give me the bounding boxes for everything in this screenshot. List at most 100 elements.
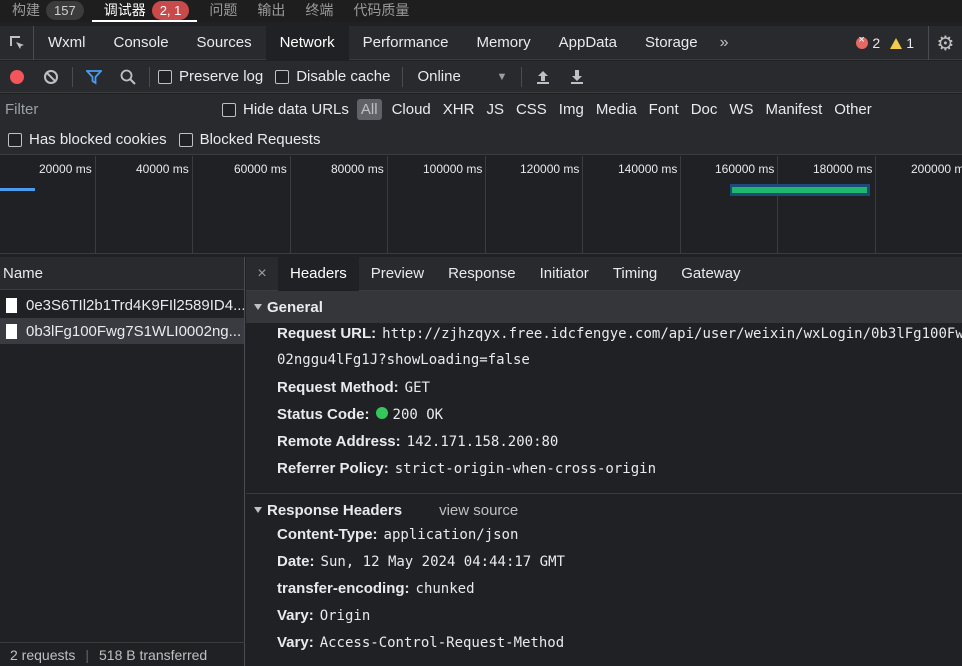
timeline-tick-label: 200000 ms — [911, 162, 962, 176]
tab-response[interactable]: Response — [436, 257, 528, 291]
ide-tab-label: 调试器 — [103, 2, 146, 18]
tab-network[interactable]: Network — [265, 25, 349, 60]
type-filter-font[interactable]: Font — [643, 101, 685, 118]
ide-tab-label: 输出 — [257, 2, 286, 18]
tab-headers[interactable]: Headers — [278, 257, 359, 291]
type-filter-img[interactable]: Img — [553, 101, 590, 118]
header-row-request-url-wrap: 02nggu4lFg1J?showLoading=false — [246, 352, 962, 379]
inspect-element-icon[interactable] — [0, 25, 34, 60]
throttling-value: Online — [417, 68, 461, 85]
ide-panel-tabs: 构建 157 调试器 2, 1 问题 输出 终端 代码质量 — [0, 0, 962, 22]
clear-button[interactable] — [34, 61, 68, 93]
toolbar-divider — [402, 66, 404, 87]
ide-tab-terminal[interactable]: 终端 — [293, 0, 341, 20]
name-column-header[interactable]: Name — [0, 257, 244, 290]
header-row-status-code: Status Code: 200 OK — [246, 406, 962, 433]
hide-data-urls-label: Hide data URLs — [243, 101, 349, 118]
timeline-gridline: 100000 ms — [423, 156, 486, 254]
filter-toggle-button[interactable] — [77, 61, 111, 93]
request-name: 0b3lFg100Fwg7S1WLI0002ng... — [26, 322, 242, 340]
tab-sources[interactable]: Sources — [183, 26, 266, 60]
timeline-gridline: 20000 ms — [39, 156, 96, 254]
ide-tab-problems[interactable]: 问题 — [197, 0, 245, 20]
header-value: Origin — [319, 608, 371, 624]
header-key: Vary: — [277, 634, 314, 651]
ide-tab-debugger[interactable]: 调试器 2, 1 — [91, 0, 198, 22]
general-section-header[interactable]: General — [246, 291, 962, 323]
type-filter-cloud[interactable]: Cloud — [386, 101, 437, 118]
header-row-request-method: Request Method: GET — [246, 379, 962, 406]
ide-tab-output[interactable]: 输出 — [245, 0, 293, 20]
header-value: Access-Control-Request-Method — [319, 635, 565, 651]
response-header-row: transfer-encoding: chunked — [246, 580, 962, 607]
tab-memory[interactable]: Memory — [462, 26, 544, 60]
blocked-requests-checkbox[interactable]: Blocked Requests — [175, 131, 329, 148]
tab-wxml[interactable]: Wxml — [34, 26, 100, 60]
close-detail-icon[interactable]: × — [246, 265, 278, 283]
checkbox-box — [8, 132, 22, 147]
response-headers-section-header[interactable]: Response Headers view source — [246, 494, 962, 526]
ide-tab-code-quality[interactable]: 代码质量 — [341, 0, 417, 20]
document-icon — [6, 323, 17, 339]
header-key: Content-Type: — [277, 526, 378, 543]
ide-tab-label: 代码质量 — [353, 2, 410, 18]
import-har-button[interactable] — [526, 61, 560, 93]
tab-appdata[interactable]: AppData — [545, 26, 631, 60]
tab-gateway[interactable]: Gateway — [669, 257, 752, 291]
header-value: Sun, 12 May 2024 04:44:17 GMT — [320, 554, 565, 570]
header-row-request-url: Request URL: http://zjhzqyx.free.idcfeng… — [246, 325, 962, 352]
header-row-remote-address: Remote Address: 142.171.158.200:80 — [246, 433, 962, 460]
header-value: GET — [404, 380, 430, 396]
response-header-row: Content-Type: application/json — [246, 526, 962, 553]
has-blocked-cookies-checkbox[interactable]: Has blocked cookies — [4, 131, 175, 148]
type-filter-ws[interactable]: WS — [723, 101, 759, 118]
type-filter-media[interactable]: Media — [590, 101, 643, 118]
devtools-tab-bar: Wxml Console Sources Network Performance… — [0, 25, 962, 60]
timeline-gridline: 120000 ms — [520, 156, 583, 254]
header-row-referrer-policy: Referrer Policy: strict-origin-when-cros… — [246, 460, 962, 487]
type-filter-xhr[interactable]: XHR — [437, 101, 481, 118]
detail-tab-bar: × Headers Preview Response Initiator Tim… — [246, 257, 962, 291]
type-filter-doc[interactable]: Doc — [685, 101, 724, 118]
export-har-button[interactable] — [560, 61, 594, 93]
ide-tab-build[interactable]: 构建 157 — [0, 0, 92, 20]
section-title: Response Headers — [267, 501, 403, 519]
request-row[interactable]: 0e3S6TIl2b1Trd4K9FIl2589ID4... — [0, 292, 244, 318]
document-icon — [6, 297, 17, 313]
filter-input[interactable]: Filter — [0, 94, 208, 125]
ide-tab-label: 问题 — [209, 2, 238, 18]
search-button[interactable] — [111, 61, 145, 93]
upload-icon — [537, 70, 550, 84]
download-icon — [571, 69, 584, 84]
view-source-link[interactable]: view source — [439, 502, 518, 519]
settings-gear-icon[interactable]: ⚙ — [928, 26, 962, 60]
error-icon — [856, 34, 869, 49]
request-row-selected[interactable]: 0b3lFg100Fwg7S1WLI0002ng... — [0, 318, 244, 344]
preserve-log-checkbox[interactable]: Preserve log — [154, 68, 271, 85]
tab-timing[interactable]: Timing — [601, 257, 669, 291]
issue-counter[interactable]: 2 1 — [856, 26, 914, 60]
tab-initiator[interactable]: Initiator — [528, 257, 601, 291]
disable-cache-checkbox[interactable]: Disable cache — [271, 68, 398, 85]
type-filter-js[interactable]: JS — [480, 101, 510, 118]
network-overview-timeline[interactable]: 20000 ms 40000 ms 60000 ms 80000 ms 1000… — [0, 156, 962, 254]
type-filter-other[interactable]: Other — [828, 101, 878, 118]
throttling-select[interactable]: Online ▼ — [407, 68, 517, 85]
type-filter-all[interactable]: All — [356, 99, 382, 120]
checkbox-box — [222, 102, 236, 117]
more-tabs-chevron-icon[interactable]: » — [712, 34, 737, 52]
type-filter-css[interactable]: CSS — [510, 101, 553, 118]
hide-data-urls-checkbox[interactable]: Hide data URLs — [208, 101, 357, 118]
tab-storage[interactable]: Storage — [631, 26, 712, 60]
type-filter-manifest[interactable]: Manifest — [760, 101, 829, 118]
tab-performance[interactable]: Performance — [349, 26, 463, 60]
header-key: Vary: — [277, 607, 314, 624]
header-value: application/json — [383, 527, 519, 543]
tab-console[interactable]: Console — [100, 26, 183, 60]
record-button[interactable] — [0, 61, 34, 93]
header-key: Request Method: — [277, 379, 399, 396]
preserve-log-label: Preserve log — [179, 68, 264, 85]
timeline-tick-label: 140000 ms — [618, 162, 678, 176]
tab-preview[interactable]: Preview — [359, 257, 436, 291]
record-icon — [10, 69, 24, 84]
